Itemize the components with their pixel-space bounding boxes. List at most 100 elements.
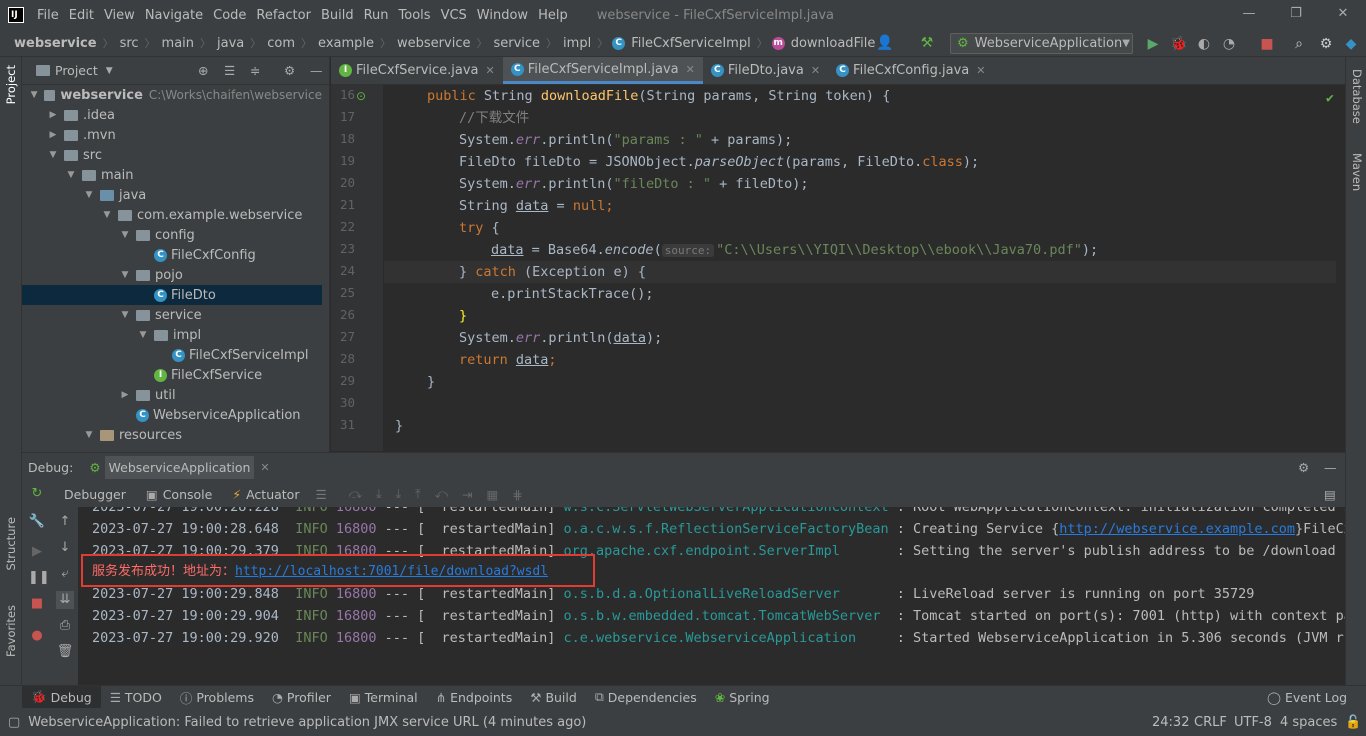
scroll-down-icon[interactable]: ↓ xyxy=(56,539,74,557)
pause-icon[interactable]: ❚❚ xyxy=(28,569,50,587)
run-icon[interactable]: ▶ xyxy=(1144,35,1162,53)
lock-icon[interactable]: 🔓 xyxy=(1345,715,1361,730)
tab-debugger[interactable]: Debugger xyxy=(54,487,136,502)
menu-build[interactable]: Build xyxy=(316,8,359,23)
menu-view[interactable]: View xyxy=(99,8,140,23)
menu-tools[interactable]: Tools xyxy=(394,8,436,23)
hide-panel-icon[interactable]: — xyxy=(1324,460,1337,475)
tab-filecxfconfig[interactable]: C FileCxfConfig.java ✕ xyxy=(828,57,993,84)
rerun-icon[interactable]: ↻ xyxy=(28,485,46,503)
tab-console[interactable]: ▣ Console xyxy=(136,487,222,502)
breadcrumb-method[interactable]: downloadFile xyxy=(789,36,878,51)
breadcrumb-service[interactable]: service xyxy=(491,36,542,51)
restore-layout-icon[interactable]: ▤ xyxy=(1324,487,1336,502)
layout-icon[interactable]: ☰ xyxy=(315,487,326,502)
locate-icon[interactable]: ⊕ xyxy=(198,63,208,78)
search-icon[interactable]: ⌕ xyxy=(1290,35,1308,53)
tree-item[interactable]: ▼ main xyxy=(22,165,322,185)
tree-item[interactable]: ▼ service xyxy=(22,305,322,325)
gear-icon[interactable]: ⚙ xyxy=(284,63,295,78)
tree-item[interactable]: ▼ src xyxy=(22,145,322,165)
chevron-down-icon[interactable]: ▼ xyxy=(48,150,58,160)
chevron-right-icon[interactable]: ▶ xyxy=(48,110,58,120)
chevron-down-icon[interactable]: ▼ xyxy=(120,270,130,280)
resume-icon[interactable]: ▶ xyxy=(28,543,46,561)
tab-build[interactable]: ⚒ Build xyxy=(521,686,586,709)
event-log-button[interactable]: ◯ Event Log xyxy=(1258,686,1356,709)
menu-window[interactable]: Window xyxy=(472,8,533,23)
tab-problems[interactable]: ⓘ Problems xyxy=(171,686,263,709)
breadcrumb-webservice-pkg[interactable]: webservice xyxy=(395,36,472,51)
menu-navigate[interactable]: Navigate xyxy=(140,8,208,23)
code-editor[interactable]: public String downloadFile(String params… xyxy=(384,85,1336,451)
close-icon[interactable]: ✕ xyxy=(811,64,820,77)
console-output[interactable]: 2023-07-27 19:00:28.228 INFO 16800 --- [… xyxy=(78,507,1345,685)
wrench-icon[interactable]: 🔧 xyxy=(28,513,46,531)
breadcrumb-class[interactable]: FileCxfServiceImpl xyxy=(629,36,753,51)
tab-debug[interactable]: 🐞 Debug xyxy=(22,685,101,709)
tab-spring[interactable]: ❀ Spring xyxy=(706,686,779,709)
close-window-icon[interactable]: ✕ xyxy=(1336,7,1350,21)
maven-tool-tab[interactable]: Maven xyxy=(1350,153,1364,191)
force-step-into-icon[interactable]: ⤓ xyxy=(396,486,402,502)
run-to-cursor-icon[interactable]: ⇥ xyxy=(462,487,472,502)
step-into-icon[interactable]: ⤓ xyxy=(376,486,382,502)
tree-item[interactable]: ▼ webservice C:\Works\chaifen\webservice xyxy=(22,85,322,105)
breadcrumb-java[interactable]: java xyxy=(215,36,246,51)
breadcrumb-webservice[interactable]: webservice xyxy=(12,36,99,51)
project-tool-tab[interactable]: Project xyxy=(4,65,18,104)
close-icon[interactable]: ✕ xyxy=(686,63,695,76)
user-icon[interactable]: 👤 xyxy=(876,34,894,52)
soft-wrap-icon[interactable]: ⤶ xyxy=(56,565,74,583)
scroll-up-icon[interactable]: ↑ xyxy=(56,513,74,531)
tab-endpoints[interactable]: ⋔ Endpoints xyxy=(427,686,522,709)
implements-marker-icon[interactable]: ⊙ xyxy=(356,89,366,103)
tree-item[interactable]: ▼ pojo xyxy=(22,265,322,285)
tree-item[interactable]: ▼ java xyxy=(22,185,322,205)
step-out-icon[interactable]: ⤒ xyxy=(415,486,421,502)
evaluate-icon[interactable]: ▦ xyxy=(487,487,499,502)
tab-profiler[interactable]: ◔ Profiler xyxy=(263,686,340,709)
chevron-down-icon[interactable]: ▼ xyxy=(84,190,94,200)
tab-terminal[interactable]: ▣ Terminal xyxy=(340,686,427,709)
menu-file[interactable]: File xyxy=(32,8,64,23)
line-separator[interactable]: CRLF xyxy=(1194,715,1227,730)
tab-filedto[interactable]: C FileDto.java ✕ xyxy=(703,57,828,84)
gear-icon[interactable]: ⚙ xyxy=(1298,460,1309,475)
coverage-icon[interactable]: ◐ xyxy=(1195,35,1213,53)
database-tool-tab[interactable]: Database xyxy=(1350,69,1364,124)
status-toggle-icon[interactable]: ▢ xyxy=(8,715,20,730)
run-configuration-select[interactable]: ⚙ WebserviceApplication ▼ xyxy=(950,33,1133,54)
scroll-to-end-icon[interactable]: ⇊ xyxy=(56,591,74,609)
indent-setting[interactable]: 4 spaces xyxy=(1280,715,1337,730)
tab-dependencies[interactable]: ⧉ Dependencies xyxy=(586,686,706,709)
clear-all-icon[interactable]: 🗑 xyxy=(56,643,74,661)
no-problems-check-icon[interactable]: ✔ xyxy=(1326,91,1334,106)
collapse-all-icon[interactable]: ≑ xyxy=(250,63,260,78)
debug-session-tab[interactable]: WebserviceApplication xyxy=(104,455,255,479)
tree-item[interactable]: I FileCxfService xyxy=(22,365,322,385)
menu-vcs[interactable]: VCS xyxy=(436,8,472,23)
tree-item[interactable]: C FileCxfConfig xyxy=(22,245,322,265)
chevron-down-icon[interactable]: ▼ xyxy=(30,90,38,100)
tab-actuator[interactable]: ⚡ Actuator xyxy=(222,487,309,502)
close-icon[interactable]: ✕ xyxy=(260,461,269,474)
tree-item[interactable]: ▼ impl xyxy=(22,325,322,345)
favorites-tool-tab[interactable]: Favorites xyxy=(4,605,18,657)
build-hammer-icon[interactable]: ⚒ xyxy=(918,34,936,52)
caret-position[interactable]: 24:32 xyxy=(1152,715,1189,730)
chevron-down-icon[interactable]: ▼ xyxy=(84,430,94,440)
tree-item[interactable]: ▼ config xyxy=(22,225,322,245)
tree-item[interactable]: ▶ .mvn xyxy=(22,125,322,145)
hide-panel-icon[interactable]: — xyxy=(310,63,323,78)
chevron-down-icon[interactable]: ▼ xyxy=(102,210,112,220)
stop-icon[interactable]: ■ xyxy=(28,595,46,613)
tree-item[interactable]: C WebserviceApplication xyxy=(22,405,322,425)
menu-refactor[interactable]: Refactor xyxy=(251,8,316,23)
project-panel-title[interactable]: Project xyxy=(55,63,98,78)
step-over-icon[interactable]: ⤼ xyxy=(349,486,362,502)
chevron-right-icon[interactable]: ▶ xyxy=(120,390,130,400)
tree-item[interactable]: C FileDto xyxy=(22,285,322,305)
file-encoding[interactable]: UTF-8 xyxy=(1234,715,1272,730)
drop-frame-icon[interactable]: ⤺ xyxy=(435,486,448,502)
